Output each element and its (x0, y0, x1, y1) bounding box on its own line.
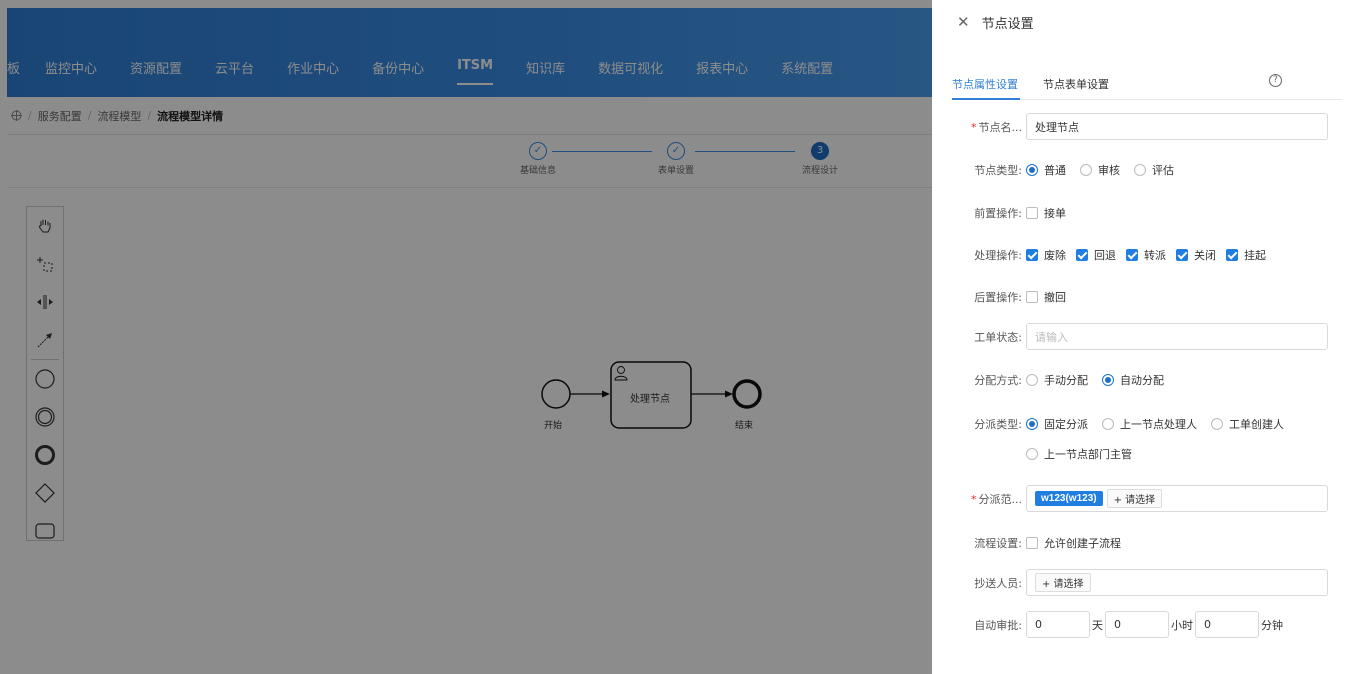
radio-icon (1026, 164, 1038, 176)
field-label: 后置操作: (974, 291, 1022, 304)
minutes-unit: 分钟 (1261, 618, 1283, 632)
field-assign-mode: 分配方式: 手动分配 自动分配 (952, 372, 1328, 388)
radio-manual-assign[interactable]: 手动分配 (1026, 372, 1088, 388)
node-name-input[interactable]: 处理节点 (1026, 113, 1328, 140)
field-post-operation: 后置操作: 撤回 (952, 289, 1328, 305)
radio-prev-handler[interactable]: 上一节点处理人 (1102, 416, 1197, 432)
radio-evaluate[interactable]: 评估 (1134, 162, 1174, 178)
field-label: 自动审批: (974, 618, 1022, 632)
field-label: 前置操作: (974, 207, 1022, 220)
radio-icon (1080, 164, 1092, 176)
field-flow-setting: 流程设置: 允许创建子流程 (952, 535, 1328, 551)
checkbox-icon (1226, 249, 1238, 261)
days-input[interactable]: 0 (1026, 611, 1090, 638)
radio-icon (1026, 418, 1038, 430)
radio-normal[interactable]: 普通 (1026, 162, 1066, 178)
field-label: * 节点名... (971, 120, 1022, 134)
checkbox-abolish[interactable]: 废除 (1026, 247, 1066, 263)
checkbox-icon (1026, 291, 1038, 303)
checkbox-suspend[interactable]: 挂起 (1226, 247, 1266, 263)
checkbox-close[interactable]: 关闭 (1176, 247, 1216, 263)
minutes-input[interactable]: 0 (1195, 611, 1259, 638)
radio-icon (1026, 448, 1038, 460)
checkbox-rollback[interactable]: 回退 (1076, 247, 1116, 263)
field-pre-operation: 前置操作: 接单 (952, 205, 1328, 221)
add-scope-button[interactable]: + 请选择 (1106, 489, 1163, 508)
field-process-operation: 处理操作: 废除 回退 转派 关闭 挂起 (952, 247, 1328, 263)
days-unit: 天 (1092, 618, 1103, 632)
active-tab-indicator (952, 98, 1020, 100)
field-dispatch-scope: * 分派范... w123(w123) + 请选择 (952, 485, 1328, 512)
checkbox-withdraw[interactable]: 撤回 (1026, 289, 1066, 305)
node-settings-drawer: ✕ 节点设置 节点属性设置 节点表单设置 ? * 节点名... 处理节点 节点类型… (932, 0, 1352, 674)
field-label: 处理操作: (974, 249, 1022, 262)
radio-icon (1134, 164, 1146, 176)
close-icon[interactable]: ✕ (957, 13, 970, 31)
required-mark: * (971, 492, 977, 506)
field-cc-recipients: 抄送人员: + 请选择 (952, 569, 1328, 596)
checkbox-allow-subprocess[interactable]: 允许创建子流程 (1026, 535, 1121, 551)
radio-icon (1211, 418, 1223, 430)
modal-mask[interactable] (0, 0, 932, 674)
hours-input[interactable]: 0 (1105, 611, 1169, 638)
field-label: 分配方式: (974, 374, 1022, 387)
required-mark: * (971, 120, 977, 134)
field-label: 流程设置: (974, 537, 1022, 550)
field-label: 工单状态: (974, 330, 1022, 344)
field-dispatch-type: 分派类型: 固定分派 上一节点处理人 工单创建人 (952, 416, 1328, 432)
add-cc-button[interactable]: + 请选择 (1035, 573, 1091, 592)
field-auto-approve: 自动审批: 0 天 0 小时 0 分钟 (952, 611, 1328, 638)
checkbox-accept[interactable]: 接单 (1026, 205, 1066, 221)
radio-auto-assign[interactable]: 自动分配 (1102, 372, 1164, 388)
checkbox-icon (1026, 537, 1038, 549)
ticket-status-input[interactable]: 请输入 (1026, 323, 1328, 350)
field-label: 节点类型: (974, 164, 1022, 177)
field-dispatch-type-wrap: 上一节点部门主管 (952, 446, 1328, 462)
checkbox-icon (1126, 249, 1138, 261)
radio-ticket-creator[interactable]: 工单创建人 (1211, 416, 1284, 432)
selected-user-tag[interactable]: w123(w123) (1035, 491, 1103, 506)
radio-fixed-dispatch[interactable]: 固定分派 (1026, 416, 1088, 432)
drawer-header: ✕ 节点设置 (932, 0, 1352, 44)
checkbox-icon (1076, 249, 1088, 261)
help-icon[interactable]: ? (1269, 74, 1282, 87)
checkbox-icon (1176, 249, 1188, 261)
field-label: * 分派范... (971, 492, 1022, 506)
radio-icon (1102, 418, 1114, 430)
radio-icon (1102, 374, 1114, 386)
checkbox-icon (1026, 249, 1038, 261)
field-ticket-status: 工单状态: 请输入 (952, 323, 1328, 350)
hours-unit: 小时 (1171, 618, 1193, 632)
drawer-tabs: 节点属性设置 节点表单设置 ? (952, 66, 1342, 100)
tab-node-properties[interactable]: 节点属性设置 (952, 76, 1018, 92)
field-node-name: * 节点名... 处理节点 (952, 113, 1328, 140)
drawer-title: 节点设置 (981, 16, 1034, 32)
field-label: 分派类型: (974, 418, 1022, 431)
field-label: 抄送人员: (974, 576, 1022, 590)
radio-icon (1026, 374, 1038, 386)
radio-review[interactable]: 审核 (1080, 162, 1120, 178)
radio-prev-dept-manager[interactable]: 上一节点部门主管 (1026, 446, 1132, 462)
tab-node-form[interactable]: 节点表单设置 (1043, 76, 1109, 92)
dispatch-scope-selector[interactable]: w123(w123) + 请选择 (1026, 485, 1328, 512)
checkbox-transfer[interactable]: 转派 (1126, 247, 1166, 263)
field-node-type: 节点类型: 普通 审核 评估 (952, 162, 1328, 178)
checkbox-icon (1026, 207, 1038, 219)
cc-selector[interactable]: + 请选择 (1026, 569, 1328, 596)
